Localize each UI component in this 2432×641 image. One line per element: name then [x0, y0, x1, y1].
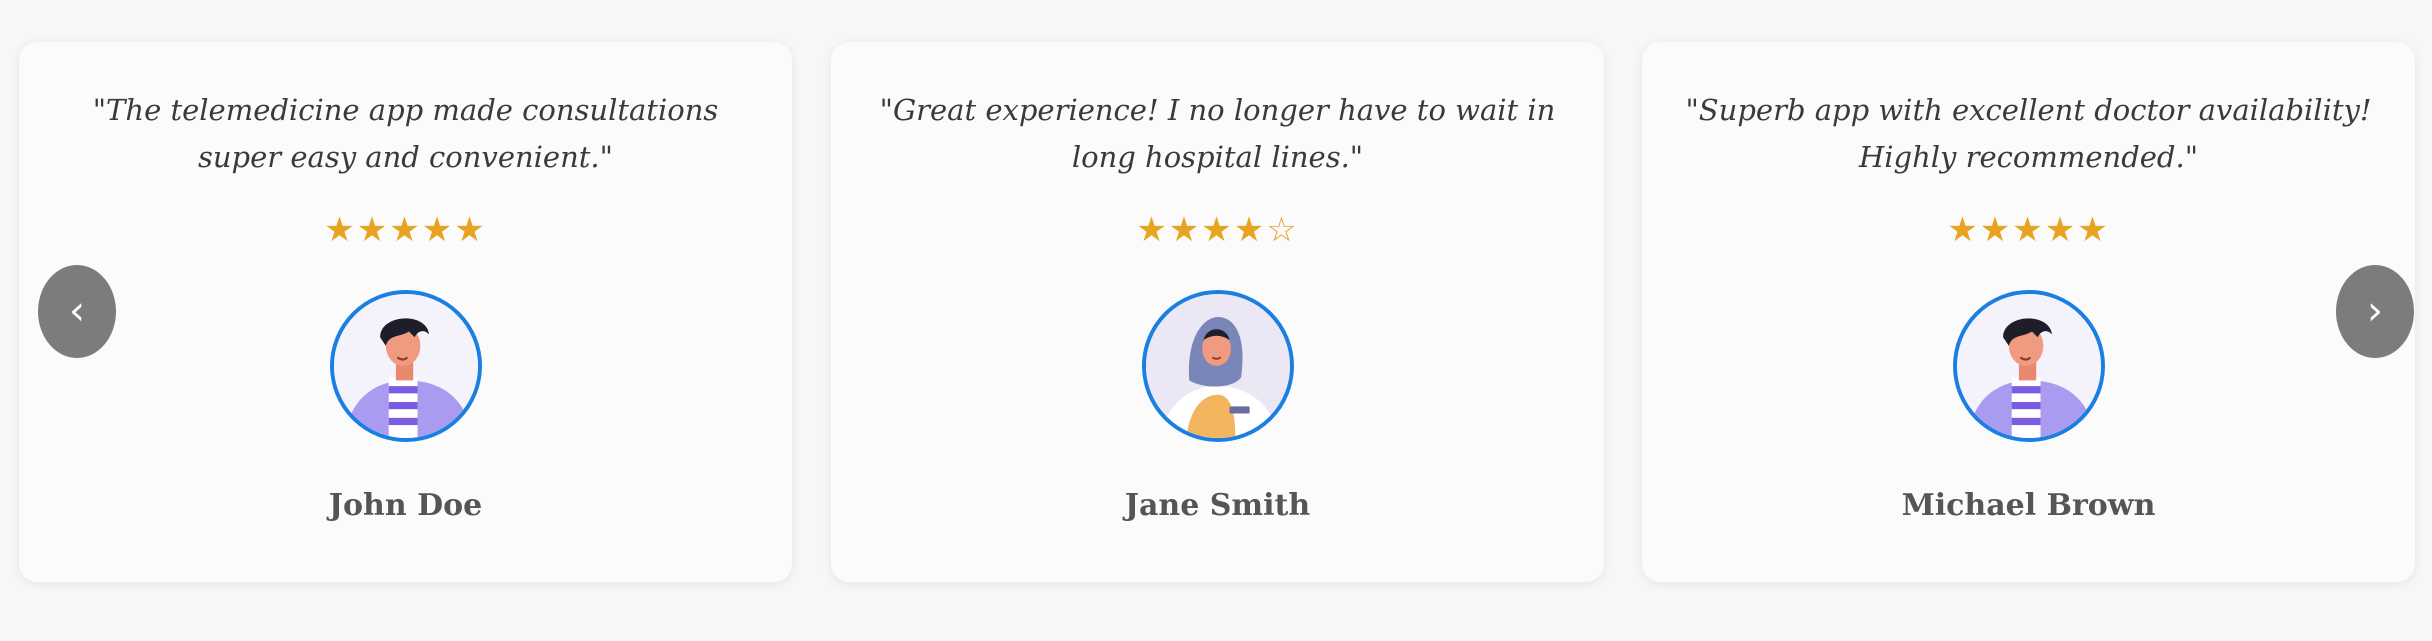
testimonial-card: "Great experience! I no longer have to w…	[831, 42, 1604, 582]
testimonial-card: "Superb app with excellent doctor availa…	[1642, 42, 2415, 582]
testimonial-card: "The telemedicine app made consultations…	[19, 42, 792, 582]
carousel-prev-button[interactable]: ‹	[38, 265, 116, 358]
testimonial-quote: "Superb app with excellent doctor availa…	[1685, 93, 2372, 174]
star-rating: ★★★★★	[324, 210, 487, 250]
testimonial-quote: "Great experience! I no longer have to w…	[879, 93, 1556, 174]
man-avatar-icon	[1952, 290, 2105, 442]
woman-doctor-avatar-icon	[1141, 290, 1294, 442]
star-rating: ★★★★☆	[1136, 210, 1299, 250]
testimonial-quote: "The telemedicine app made consultations…	[92, 93, 719, 174]
reviewer-name: Michael Brown	[1901, 488, 2156, 523]
man-avatar-icon	[329, 290, 482, 442]
star-rating: ★★★★★	[1947, 210, 2110, 250]
reviewer-name: Jane Smith	[1124, 488, 1311, 523]
reviewer-name: John Doe	[328, 488, 483, 523]
carousel-next-button[interactable]: ›	[2336, 265, 2414, 358]
